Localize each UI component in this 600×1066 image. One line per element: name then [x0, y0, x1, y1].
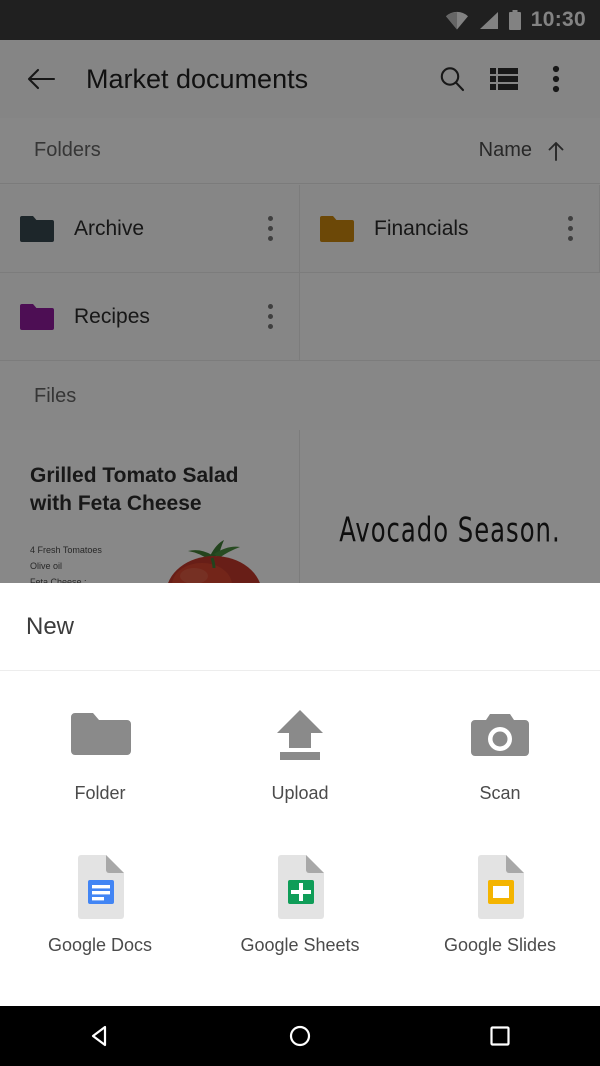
folders-section-header: Folders Name — [0, 118, 600, 184]
cellular-signal-icon — [479, 11, 498, 29]
overflow-menu-icon[interactable] — [255, 304, 285, 329]
new-item-google-sheets[interactable]: Google Sheets — [200, 837, 400, 989]
back-nav-icon[interactable] — [55, 1006, 145, 1066]
new-item-label: Google Sheets — [240, 935, 360, 955]
folders-section-label: Folders — [34, 139, 101, 161]
new-item-label: Scan — [479, 783, 521, 803]
sort-field-label: Name — [478, 139, 532, 161]
new-item-google-slides[interactable]: Google Slides — [400, 837, 600, 989]
google-docs-icon — [72, 855, 128, 919]
new-item-label: Folder — [74, 783, 126, 803]
folder-icon — [69, 703, 131, 767]
overflow-menu-icon[interactable] — [530, 53, 582, 105]
recents-nav-icon[interactable] — [455, 1006, 545, 1066]
overflow-menu-icon[interactable] — [555, 216, 585, 241]
list-view-icon[interactable] — [478, 53, 530, 105]
file-thumbnail-title: Grilled Tomato Salad with Feta Cheese — [30, 464, 239, 516]
folders-grid: Archive Financials Recipes — [0, 185, 600, 361]
page-title: Market documents — [86, 63, 309, 94]
google-sheets-icon — [272, 855, 328, 919]
wifi-icon — [445, 11, 468, 29]
sort-control[interactable]: Name — [479, 139, 566, 162]
new-items-grid: Folder Upload Scan Google Docs Google Sh… — [0, 671, 600, 989]
folder-tile[interactable]: Recipes — [0, 273, 300, 361]
folder-icon — [20, 215, 54, 242]
new-item-label: Upload — [271, 783, 329, 803]
battery-icon — [508, 9, 521, 30]
avocado-season-text: Avocado Season. — [339, 510, 561, 550]
search-icon[interactable] — [426, 53, 478, 105]
upload-icon — [271, 703, 329, 767]
new-item-folder[interactable]: Folder — [0, 685, 200, 837]
ingredient-line: 4 Fresh Tomatoes — [30, 545, 102, 555]
folder-name: Recipes — [74, 304, 150, 328]
new-item-label: Google Slides — [443, 935, 557, 955]
back-arrow-icon[interactable] — [18, 55, 66, 103]
android-nav-bar — [0, 1006, 600, 1066]
ingredient-line: Olive oil — [30, 560, 63, 571]
bottom-sheet-title: New — [26, 612, 75, 640]
google-slides-icon — [472, 855, 528, 919]
camera-icon — [471, 703, 529, 767]
new-item-label: Google Docs — [47, 935, 153, 955]
folder-tile[interactable]: Archive — [0, 185, 300, 273]
home-nav-icon[interactable] — [255, 1006, 345, 1066]
folder-name: Archive — [74, 216, 145, 240]
new-item-scan[interactable]: Scan — [400, 685, 600, 837]
overflow-menu-icon[interactable] — [255, 216, 285, 241]
new-item-google-docs[interactable]: Google Docs — [0, 837, 200, 989]
status-bar-clock: 10:30 — [530, 8, 586, 31]
app-toolbar: Market documents — [0, 40, 600, 118]
folder-icon — [320, 215, 354, 242]
folder-tile[interactable]: Financials — [300, 185, 600, 273]
new-item-upload[interactable]: Upload — [200, 685, 400, 837]
files-section-header: Files — [0, 362, 600, 430]
folder-grid-empty-cell — [300, 273, 600, 361]
folder-name: Financials — [374, 216, 469, 240]
status-bar: 10:30 — [0, 0, 600, 40]
files-section-label: Files — [34, 384, 77, 407]
new-bottom-sheet: New Folder Upload Scan Google Docs Googl… — [0, 583, 600, 1006]
folder-icon — [20, 303, 54, 330]
phone-screen: 10:30 Market documents Folders Name Arch… — [0, 0, 600, 1066]
arrow-up-icon — [548, 141, 564, 161]
